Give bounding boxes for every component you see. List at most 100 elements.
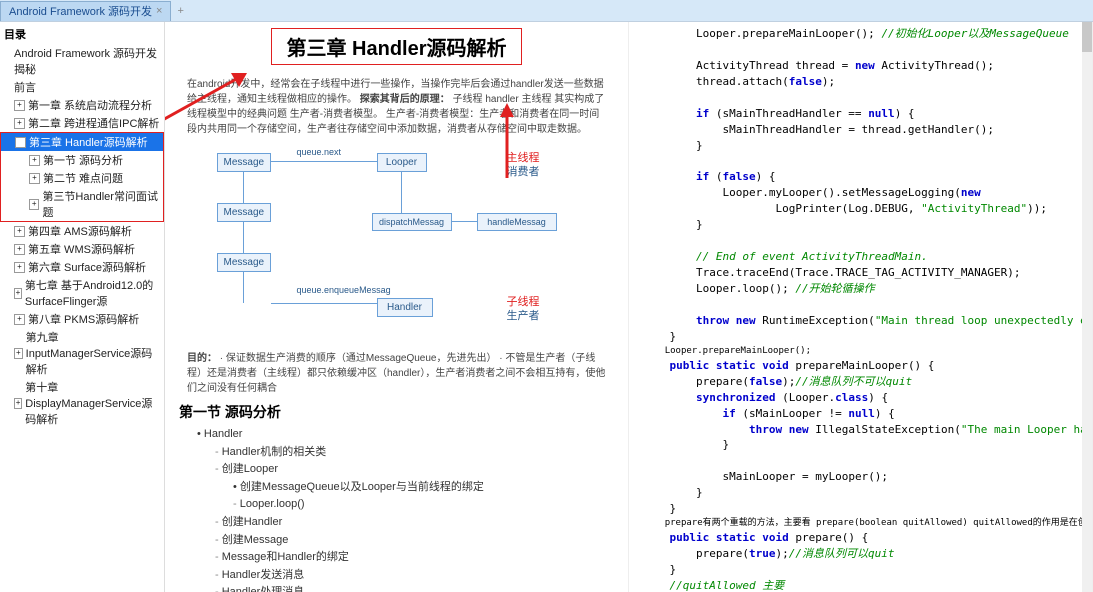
toc-label: 第八章 PKMS源码解析 bbox=[28, 311, 139, 327]
toc-item[interactable]: +第九章 InputManagerService源码解析 bbox=[0, 328, 164, 378]
left-pane: 第三章 Handler源码解析 在android开发中，经常会在子线程中进行一些… bbox=[165, 22, 629, 592]
toc-item[interactable]: +第六章 Surface源码解析 bbox=[0, 258, 164, 276]
code-line: prepare有两个重载的方法，主要看 prepare(boolean quit… bbox=[643, 517, 1078, 530]
code-line: Looper.prepareMainLooper(); //初始化Looper以… bbox=[643, 26, 1078, 42]
toc-item[interactable]: +第三节Handler常问面试题 bbox=[1, 187, 163, 221]
code-line: } bbox=[643, 437, 1078, 453]
toc-item[interactable]: +第七章 基于Android12.0的SurfaceFlinger源 bbox=[0, 276, 164, 310]
code-line: LogPrinter(Log.DEBUG, "ActivityThread"))… bbox=[643, 201, 1078, 217]
scrollbar-track[interactable] bbox=[1082, 22, 1092, 592]
handler-diagram: Message Message Message Looper queue.nex… bbox=[207, 143, 587, 343]
diagram-consumer: 消费者 bbox=[507, 163, 540, 179]
toc-label: 第五章 WMS源码解析 bbox=[28, 241, 135, 257]
expand-icon[interactable]: + bbox=[14, 226, 25, 237]
toc-item[interactable]: +第十章 DisplayManagerService源码解析 bbox=[0, 378, 164, 428]
diagram-enqueue: queue.enqueueMessag bbox=[297, 285, 391, 295]
expand-icon[interactable]: + bbox=[29, 155, 40, 166]
toc-label: 第二章 跨进程通信IPC解析 bbox=[28, 115, 159, 131]
code-line: prepare(true);//消息队列可以quit bbox=[643, 546, 1078, 562]
code-line: sMainThreadHandler = thread.getHandler()… bbox=[643, 122, 1078, 138]
diagram-message-box: Message bbox=[217, 203, 271, 222]
code-line: } bbox=[643, 485, 1078, 501]
tab-active[interactable]: Android Framework 源码开发 × bbox=[0, 1, 171, 21]
toc-item[interactable]: +第二节 难点问题 bbox=[1, 169, 163, 187]
expand-icon[interactable]: + bbox=[14, 244, 25, 255]
toc-label: 前言 bbox=[14, 79, 36, 95]
toc-label: 第一节 源码分析 bbox=[43, 152, 123, 168]
toc-label: Android Framework 源码开发揭秘 bbox=[14, 45, 162, 77]
code-line: public static void prepare() { bbox=[643, 530, 1078, 546]
expand-icon[interactable]: + bbox=[29, 173, 40, 184]
code-line: //quitAllowed 主要 bbox=[643, 578, 1078, 592]
diagram-handler-box: Handler bbox=[377, 298, 433, 317]
code-line: prepare(false);//消息队列不可以quit bbox=[643, 374, 1078, 390]
code-line: throw new RuntimeException("Main thread … bbox=[643, 313, 1078, 329]
diagram-handle-box: handleMessag bbox=[477, 213, 557, 231]
goal-text: 目的： · 保证数据生产消费的顺序（通过MessageQueue，先进先出） ·… bbox=[187, 351, 606, 396]
expand-icon[interactable]: + bbox=[14, 118, 25, 129]
toc-item[interactable]: +第二章 跨进程通信IPC解析 bbox=[0, 114, 164, 132]
expand-icon[interactable]: + bbox=[14, 398, 22, 409]
code-line: Trace.traceEnd(Trace.TRACE_TAG_ACTIVITY_… bbox=[643, 265, 1078, 281]
code-line: ActivityThread thread = new ActivityThre… bbox=[643, 58, 1078, 74]
code-line: sMainLooper = myLooper(); bbox=[643, 469, 1078, 485]
code-line: Looper.prepareMainLooper(); bbox=[643, 345, 1078, 358]
close-icon[interactable]: × bbox=[156, 5, 162, 17]
toc-label: 第三节Handler常问面试题 bbox=[42, 188, 161, 220]
toc-item[interactable]: +第一章 系统启动流程分析 bbox=[0, 96, 164, 114]
code-line: synchronized (Looper.class) { bbox=[643, 390, 1078, 406]
code-line: } bbox=[643, 501, 1078, 517]
toc-label: 第三章 Handler源码解析 bbox=[29, 134, 148, 150]
toc-item[interactable]: 前言 bbox=[0, 78, 164, 96]
expand-icon[interactable]: + bbox=[14, 262, 25, 273]
diagram-message-box: Message bbox=[217, 153, 271, 172]
toc-item[interactable]: +第一节 源码分析 bbox=[1, 151, 163, 169]
scrollbar-thumb[interactable] bbox=[1082, 22, 1092, 52]
toc-label: 第四章 AMS源码解析 bbox=[28, 223, 132, 239]
toc-item[interactable]: +第四章 AMS源码解析 bbox=[0, 222, 164, 240]
toc-item-selected[interactable]: - 第三章 Handler源码解析 bbox=[1, 133, 163, 151]
expand-icon[interactable]: + bbox=[29, 199, 39, 210]
expand-icon[interactable]: + bbox=[14, 288, 22, 299]
toc-label: 第六章 Surface源码解析 bbox=[28, 259, 146, 275]
toc-item[interactable]: +第五章 WMS源码解析 bbox=[0, 240, 164, 258]
toc-item[interactable]: +第八章 PKMS源码解析 bbox=[0, 310, 164, 328]
code-line: } bbox=[643, 138, 1078, 154]
code-line: Looper.myLooper().setMessageLogging(new bbox=[643, 185, 1078, 201]
right-code-pane: Looper.prepareMainLooper(); //初始化Looper以… bbox=[629, 22, 1093, 592]
diagram-dispatch-box: dispatchMessag bbox=[372, 213, 452, 231]
expand-icon[interactable]: + bbox=[14, 100, 25, 111]
code-block: Looper.prepareMainLooper(); //初始化Looper以… bbox=[643, 26, 1078, 592]
collapse-icon[interactable]: - bbox=[15, 137, 26, 148]
toc-heading: 目录 bbox=[0, 24, 164, 44]
toc-highlight-box: - 第三章 Handler源码解析 +第一节 源码分析+第二节 难点问题+第三节… bbox=[0, 132, 164, 222]
add-tab-button[interactable]: + bbox=[171, 3, 189, 19]
diagram-looper-box: Looper bbox=[377, 153, 427, 172]
toc-item[interactable]: Android Framework 源码开发揭秘 bbox=[0, 44, 164, 78]
intro-text: 在android开发中，经常会在子线程中进行一些操作，当操作完毕后会通过hand… bbox=[187, 77, 606, 137]
code-line: } bbox=[643, 562, 1078, 578]
expand-icon[interactable]: + bbox=[14, 348, 23, 359]
tab-bar: Android Framework 源码开发 × + bbox=[0, 0, 1093, 22]
outline-list: Handler Handler机制的相关类 创建Looper 创建Message… bbox=[197, 426, 614, 592]
diagram-producer: 生产者 bbox=[507, 307, 540, 323]
sidebar-toc: 目录 Android Framework 源码开发揭秘前言+第一章 系统启动流程… bbox=[0, 22, 165, 592]
code-line: if (false) { bbox=[643, 169, 1078, 185]
code-line: } bbox=[643, 217, 1078, 233]
toc-label: 第七章 基于Android12.0的SurfaceFlinger源 bbox=[25, 277, 162, 309]
code-line: if (sMainThreadHandler == null) { bbox=[643, 106, 1078, 122]
code-line: Looper.loop(); //开始轮循操作 bbox=[643, 281, 1078, 297]
code-line: throw new IllegalStateException("The mai… bbox=[643, 422, 1078, 438]
expand-icon[interactable]: + bbox=[14, 314, 25, 325]
toc-label: 第一章 系统启动流程分析 bbox=[28, 97, 152, 113]
toc-label: 第二节 难点问题 bbox=[43, 170, 123, 186]
diagram-queue-next: queue.next bbox=[297, 147, 342, 157]
code-line: } bbox=[643, 329, 1078, 345]
toc-label: 第十章 DisplayManagerService源码解析 bbox=[25, 379, 162, 427]
chapter-title: 第三章 Handler源码解析 bbox=[271, 28, 521, 65]
toc-label: 第九章 InputManagerService源码解析 bbox=[26, 329, 162, 377]
code-line: // End of event ActivityThreadMain. bbox=[643, 249, 1078, 265]
tab-label: Android Framework 源码开发 bbox=[9, 3, 152, 19]
code-line: thread.attach(false); bbox=[643, 74, 1078, 90]
code-line: public static void prepareMainLooper() { bbox=[643, 358, 1078, 374]
